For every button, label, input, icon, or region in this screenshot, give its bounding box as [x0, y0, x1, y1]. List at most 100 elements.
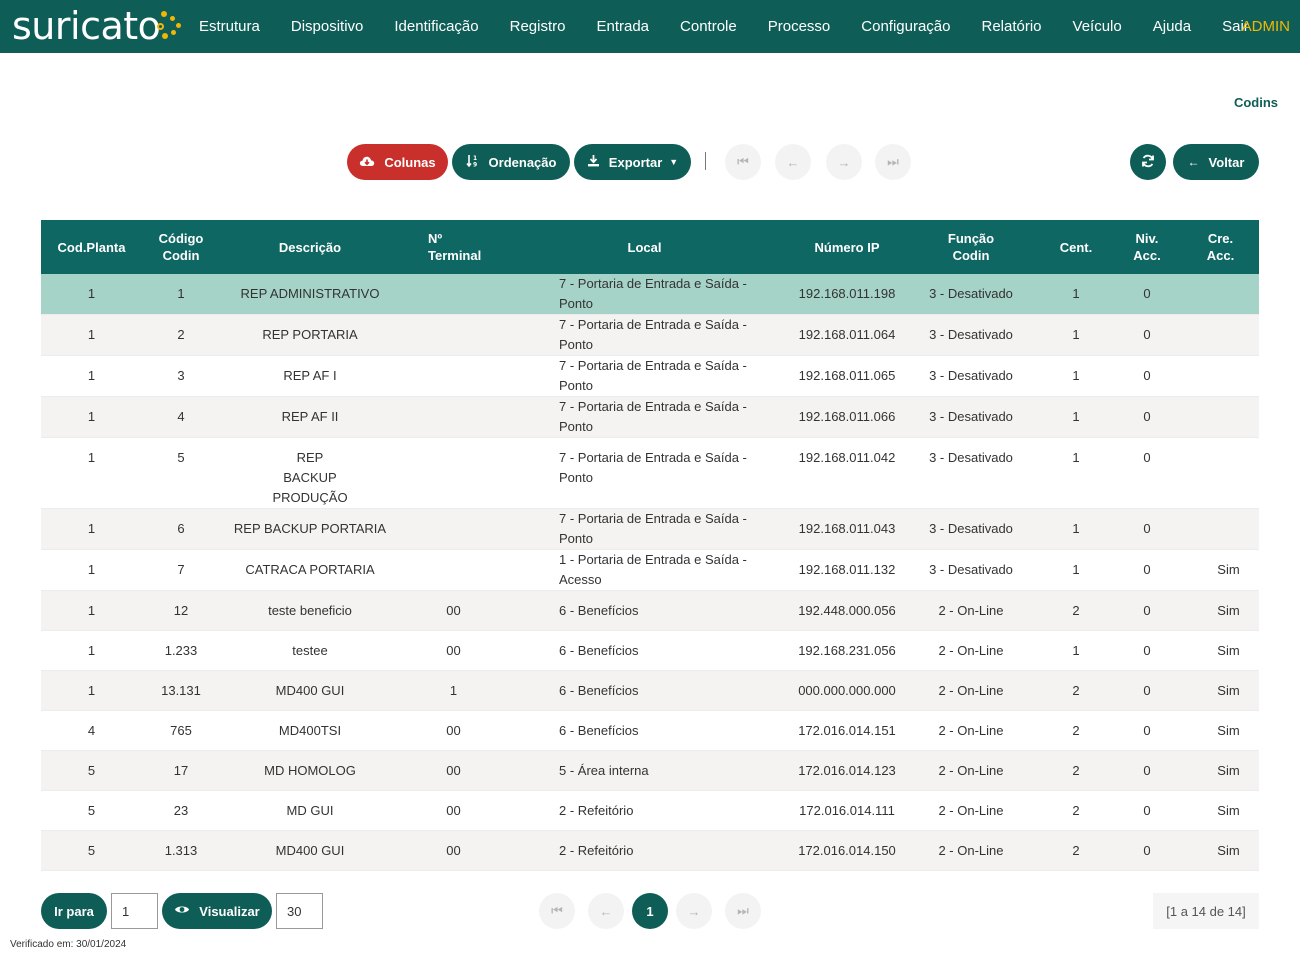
col-header-cod-planta[interactable]: Cod.Planta — [41, 220, 142, 274]
nav-processo[interactable]: Processo — [768, 18, 831, 35]
view-button-label: Visualizar — [199, 903, 260, 919]
first-page-button[interactable]: ⏮ — [539, 893, 575, 929]
cell-codigo-codin: 1 — [142, 274, 220, 315]
cell-local: 6 - Benefícios — [507, 590, 782, 631]
back-button[interactable]: ← Voltar — [1173, 144, 1259, 180]
cell-n-terminal — [400, 355, 507, 397]
prev-page-button-top[interactable]: ← — [775, 144, 811, 180]
cell-niv-acc: 0 — [1122, 590, 1172, 631]
cell-niv-acc: 0 — [1122, 549, 1172, 591]
cell-descricao: REP PORTARIA — [220, 314, 400, 356]
cell-funcao-codin: 3 - Desativado — [912, 508, 1030, 550]
prev-page-button[interactable]: ← — [588, 893, 624, 929]
cell-local: 7 - Portaria de Entrada e Saída - Ponto — [507, 396, 782, 438]
cell-niv-acc: 0 — [1122, 314, 1172, 356]
cell-codigo-codin: 4 — [142, 396, 220, 438]
cell-cod-planta: 1 — [41, 630, 142, 671]
cell-funcao-codin: 2 - On-Line — [912, 670, 1030, 711]
col-header-funcao-codin[interactable]: Função Codin — [912, 220, 1030, 274]
table-row[interactable]: 1 1.233 testee 00 6 - Benefícios 192.168.231.… — [41, 630, 1259, 671]
cell-cod-planta: 1 — [41, 670, 142, 711]
table-row[interactable]: 1 13.131 MD400 GUI 1 6 - Benefícios 000.000.0… — [41, 670, 1259, 711]
cell-descricao: teste beneficio — [220, 590, 400, 631]
table-row[interactable]: 5 23 MD GUI 00 2 - Refeitório 172.016.014.111… — [41, 790, 1259, 831]
nav-registro[interactable]: Registro — [510, 18, 566, 35]
table-row[interactable]: 1 4 REP AF II 7 - Portaria de Entrada e Saí… — [41, 396, 1259, 438]
cell-local: 6 - Benefícios — [507, 710, 782, 751]
table-row[interactable]: 1 5 REP BACKUP PRODUÇÃO 7 - Portaria de Ent… — [41, 437, 1259, 509]
cell-niv-acc: 0 — [1122, 630, 1172, 671]
goto-button[interactable]: Ir para — [41, 893, 107, 929]
table-row[interactable]: 5 1.313 MD400 GUI 00 2 - Refeitório 172.016.0… — [41, 830, 1259, 871]
arrow-left-icon: ← — [599, 903, 613, 919]
col-header-cre-acc[interactable]: Cre. Acc. — [1172, 220, 1259, 274]
cell-cent: 2 — [1030, 670, 1122, 711]
nav-estrutura[interactable]: Estrutura — [199, 18, 260, 35]
next-page-button-top[interactable]: → — [826, 144, 862, 180]
cell-n-terminal: 1 — [400, 670, 507, 711]
nav-entrada[interactable]: Entrada — [596, 18, 649, 35]
last-page-button[interactable]: ⏭ — [725, 893, 761, 929]
last-page-button-top[interactable]: ⏭ — [875, 144, 911, 180]
columns-button[interactable]: Colunas — [347, 144, 448, 180]
goto-button-label: Ir para — [54, 903, 94, 919]
table-row[interactable]: 4 765 MD400TSI 00 6 - Benefícios 172.016.014.… — [41, 710, 1259, 751]
table-row[interactable]: 1 1 REP ADMINISTRATIVO 7 - Portaria de Entr… — [41, 274, 1259, 315]
col-header-n-terminal[interactable]: Nº Terminal — [400, 220, 507, 274]
export-button[interactable]: Exportar ▼ — [574, 144, 691, 180]
cell-funcao-codin: 2 - On-Line — [912, 590, 1030, 631]
cloud-download-icon — [359, 155, 375, 170]
table-row[interactable]: 5 17 MD HOMOLOG 00 5 - Área interna 172.016.0… — [41, 750, 1259, 791]
cell-numero-ip: 172.016.014.123 — [782, 750, 912, 791]
table-row[interactable]: 1 7 CATRACA PORTARIA 1 - Portaria de Entrad… — [41, 549, 1259, 591]
cell-cod-planta: 1 — [41, 396, 142, 438]
cell-cre-acc: Sim — [1172, 790, 1259, 831]
nav-ajuda[interactable]: Ajuda — [1153, 18, 1191, 35]
top-navbar: suricato Estrutura Dispositivo Identific… — [0, 0, 1300, 53]
user-badge[interactable]: ADMIN — [1242, 18, 1290, 35]
nav-identificacao[interactable]: Identificação — [394, 18, 478, 35]
table-row[interactable]: 1 2 REP PORTARIA 7 - Portaria de Entrada e … — [41, 314, 1259, 356]
cell-cre-acc: Sim — [1172, 750, 1259, 791]
first-page-button-top[interactable]: ⏮ — [725, 144, 761, 180]
col-header-descricao[interactable]: Descrição — [220, 220, 400, 274]
cell-descricao: REP BACKUP PRODUÇÃO — [220, 437, 400, 509]
col-header-codigo-codin[interactable]: Código Codin — [142, 220, 220, 274]
cell-cre-acc: Sim — [1172, 830, 1259, 871]
cell-funcao-codin: 3 - Desativado — [912, 396, 1030, 438]
cell-cent: 1 — [1030, 549, 1122, 591]
arrow-right-icon: → — [837, 154, 851, 170]
nav-controle[interactable]: Controle — [680, 18, 737, 35]
arrow-right-icon: → — [687, 903, 701, 919]
nav-veiculo[interactable]: Veículo — [1073, 18, 1122, 35]
nav-configuracao[interactable]: Configuração — [861, 18, 950, 35]
page-size-input[interactable]: 30 — [276, 893, 323, 929]
cell-cod-planta: 5 — [41, 790, 142, 831]
view-button[interactable]: Visualizar — [162, 893, 272, 929]
cell-funcao-codin: 3 - Desativado — [912, 549, 1030, 591]
refresh-button[interactable] — [1130, 144, 1166, 180]
logo[interactable]: suricato — [12, 4, 187, 48]
cell-cent: 1 — [1030, 508, 1122, 550]
col-header-numero-ip[interactable]: Número IP — [782, 220, 912, 274]
table-row[interactable]: 1 3 REP AF I7 - Portaria de Entrada e Saíd… — [41, 355, 1259, 397]
cell-codigo-codin: 1.233 — [142, 630, 220, 671]
col-header-cent[interactable]: Cent. — [1030, 220, 1122, 274]
goto-page-input[interactable]: 1 — [111, 893, 158, 929]
cell-codigo-codin: 765 — [142, 710, 220, 751]
logo-dots-icon — [157, 6, 187, 46]
next-page-button[interactable]: → — [676, 893, 712, 929]
cell-cent: 1 — [1030, 437, 1122, 509]
table-row[interactable]: 1 6 REP BACKUP PORTARIA 7 - Portaria de Ent… — [41, 508, 1259, 550]
col-header-local[interactable]: Local — [507, 220, 782, 274]
nav-dispositivo[interactable]: Dispositivo — [291, 18, 364, 35]
nav-relatorio[interactable]: Relatório — [982, 18, 1042, 35]
cell-codigo-codin: 7 — [142, 549, 220, 591]
col-header-niv-acc[interactable]: Niv. Acc. — [1122, 220, 1172, 274]
cell-numero-ip: 192.168.011.065 — [782, 355, 912, 397]
page-title: Codins — [1233, 95, 1278, 110]
sort-button[interactable]: 19 Ordenação — [452, 144, 570, 180]
table-row[interactable]: 1 12 teste beneficio 00 6 - Benefícios 192.44… — [41, 590, 1259, 631]
cell-descricao: MD GUI — [220, 790, 400, 831]
current-page-button[interactable]: 1 — [632, 893, 668, 929]
